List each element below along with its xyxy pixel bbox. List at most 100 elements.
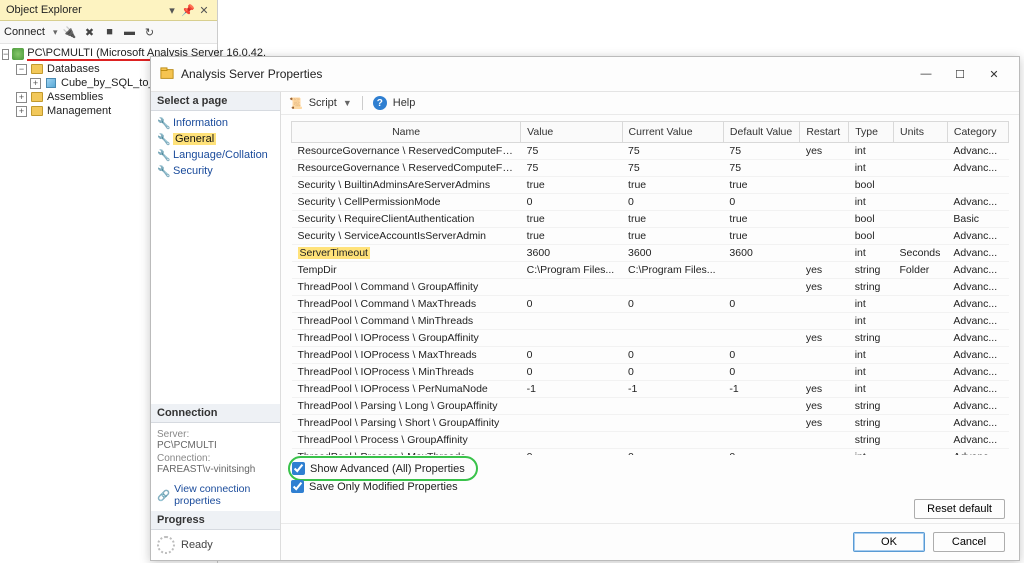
- cell-restart: [800, 160, 849, 177]
- table-row[interactable]: ThreadPool \ Parsing \ Long \ GroupAffin…: [292, 398, 1009, 415]
- folder-icon: [31, 64, 43, 74]
- pin-icon[interactable]: 📌: [181, 3, 195, 17]
- cell-value[interactable]: [521, 432, 622, 449]
- cell-value[interactable]: [521, 279, 622, 296]
- properties-grid-wrap[interactable]: Name Value Current Value Default Value R…: [281, 115, 1019, 455]
- cell-type: string: [849, 432, 894, 449]
- cell-value[interactable]: -1: [521, 381, 622, 398]
- col-default-value[interactable]: Default Value: [723, 122, 799, 143]
- collapse-icon[interactable]: −: [2, 49, 9, 60]
- table-row[interactable]: ThreadPool \ IOProcess \ PerNumaNode-1-1…: [292, 381, 1009, 398]
- table-row[interactable]: ResourceGovernance \ ReservedComputeForF…: [292, 143, 1009, 160]
- cell-name: ThreadPool \ Parsing \ Long \ GroupAffin…: [292, 398, 521, 415]
- cell-value[interactable]: true: [521, 177, 622, 194]
- table-row[interactable]: ServerTimeout360036003600intSecondsAdvan…: [292, 245, 1009, 262]
- cell-name: ResourceGovernance \ ReservedComputeForF…: [292, 143, 521, 160]
- table-row[interactable]: ThreadPool \ IOProcess \ GroupAffinityye…: [292, 330, 1009, 347]
- cancel-button[interactable]: Cancel: [933, 532, 1005, 552]
- cell-restart: yes: [800, 381, 849, 398]
- cell-restart: yes: [800, 143, 849, 160]
- table-row[interactable]: ThreadPool \ Command \ MinThreadsintAdva…: [292, 313, 1009, 330]
- collapse-icon[interactable]: −: [16, 64, 27, 75]
- cell-value[interactable]: 75: [521, 143, 622, 160]
- filter-icon[interactable]: ▬: [122, 24, 138, 40]
- connect-icon[interactable]: 🔌: [62, 24, 78, 40]
- page-information[interactable]: 🔧Information: [153, 115, 278, 131]
- dropdown-icon[interactable]: ▾: [165, 3, 179, 17]
- cell-value[interactable]: [521, 415, 622, 432]
- dialog-title: Analysis Server Properties: [181, 67, 909, 81]
- table-row[interactable]: ThreadPool \ Command \ MaxThreads000intA…: [292, 296, 1009, 313]
- col-category[interactable]: Category: [947, 122, 1008, 143]
- page-security[interactable]: 🔧Security: [153, 163, 278, 179]
- col-value[interactable]: Value: [521, 122, 622, 143]
- refresh-icon[interactable]: ↻: [142, 24, 158, 40]
- cell-default-value: [723, 279, 799, 296]
- table-row[interactable]: ThreadPool \ Process \ GroupAffinity stri…: [292, 432, 1009, 449]
- connect-label[interactable]: Connect: [4, 26, 45, 38]
- cell-type: int: [849, 194, 894, 211]
- cell-category: [947, 177, 1008, 194]
- cell-value[interactable]: 0: [521, 194, 622, 211]
- close-icon[interactable]: ✕: [197, 3, 211, 17]
- table-row[interactable]: Security \ RequireClientAuthenticationtr…: [292, 211, 1009, 228]
- show-advanced-input[interactable]: [292, 462, 305, 475]
- cell-value[interactable]: [521, 313, 622, 330]
- expand-icon[interactable]: +: [16, 106, 27, 117]
- table-row[interactable]: ThreadPool \ Parsing \ Short \ GroupAffi…: [292, 415, 1009, 432]
- cell-value[interactable]: 0: [521, 347, 622, 364]
- cell-current-value: 0: [622, 364, 723, 381]
- col-type[interactable]: Type: [849, 122, 894, 143]
- expand-icon[interactable]: +: [16, 92, 27, 103]
- script-dropdown-icon[interactable]: ▼: [343, 98, 352, 108]
- save-modified-checkbox[interactable]: Save Only Modified Properties: [291, 478, 1009, 495]
- disconnect-icon[interactable]: ✖: [82, 24, 98, 40]
- reset-default-button[interactable]: Reset default: [914, 499, 1005, 519]
- col-units[interactable]: Units: [894, 122, 948, 143]
- view-connection-properties[interactable]: 🔗 View connection properties: [151, 479, 280, 511]
- cell-current-value: C:\Program Files...: [622, 262, 723, 279]
- help-button[interactable]: Help: [393, 97, 416, 109]
- col-name[interactable]: Name: [292, 122, 521, 143]
- dialog-titlebar[interactable]: Analysis Server Properties — ☐ ✕: [151, 57, 1019, 92]
- close-button[interactable]: ✕: [977, 63, 1011, 85]
- cell-value[interactable]: 0: [521, 296, 622, 313]
- node-label: Assemblies: [47, 91, 103, 103]
- expand-icon[interactable]: +: [30, 78, 41, 89]
- script-button[interactable]: Script: [309, 97, 337, 109]
- cell-value[interactable]: true: [521, 228, 622, 245]
- cell-value[interactable]: C:\Program Files...: [521, 262, 622, 279]
- stop-icon[interactable]: ■: [102, 24, 118, 40]
- ok-button[interactable]: OK: [853, 532, 925, 552]
- show-advanced-checkbox[interactable]: Show Advanced (All) Properties: [292, 460, 465, 477]
- table-row[interactable]: Security \ BuiltinAdminsAreServerAdminst…: [292, 177, 1009, 194]
- cell-category: Advanc...: [947, 347, 1008, 364]
- table-row[interactable]: Security \ ServiceAccountIsServerAdmintr…: [292, 228, 1009, 245]
- cell-units: [894, 313, 948, 330]
- cell-value[interactable]: true: [521, 211, 622, 228]
- cell-value[interactable]: 3600: [521, 245, 622, 262]
- table-row[interactable]: Security \ CellPermissionMode000intAdvan…: [292, 194, 1009, 211]
- cell-value[interactable]: 0: [521, 364, 622, 381]
- cell-value[interactable]: 75: [521, 160, 622, 177]
- cell-type: int: [849, 143, 894, 160]
- table-row[interactable]: ThreadPool \ IOProcess \ MinThreads000in…: [292, 364, 1009, 381]
- col-restart[interactable]: Restart: [800, 122, 849, 143]
- col-current-value[interactable]: Current Value: [622, 122, 723, 143]
- page-general[interactable]: 🔧General: [153, 131, 278, 147]
- cell-default-value: [723, 330, 799, 347]
- cell-value[interactable]: [521, 330, 622, 347]
- cell-name: ThreadPool \ Process \ GroupAffinity: [292, 432, 521, 449]
- minimize-button[interactable]: —: [909, 63, 943, 85]
- table-row[interactable]: ResourceGovernance \ ReservedComputeForP…: [292, 160, 1009, 177]
- table-row[interactable]: ThreadPool \ IOProcess \ MaxThreads000in…: [292, 347, 1009, 364]
- cell-value[interactable]: [521, 398, 622, 415]
- table-row[interactable]: TempDirC:\Program Files...C:\Program Fil…: [292, 262, 1009, 279]
- cell-type: int: [849, 313, 894, 330]
- script-icon: 📜: [289, 97, 303, 110]
- cell-units: [894, 398, 948, 415]
- page-language-collation[interactable]: 🔧Language/Collation: [153, 147, 278, 163]
- table-row[interactable]: ThreadPool \ Command \ GroupAffinityyess…: [292, 279, 1009, 296]
- maximize-button[interactable]: ☐: [943, 63, 977, 85]
- save-modified-input[interactable]: [291, 480, 304, 493]
